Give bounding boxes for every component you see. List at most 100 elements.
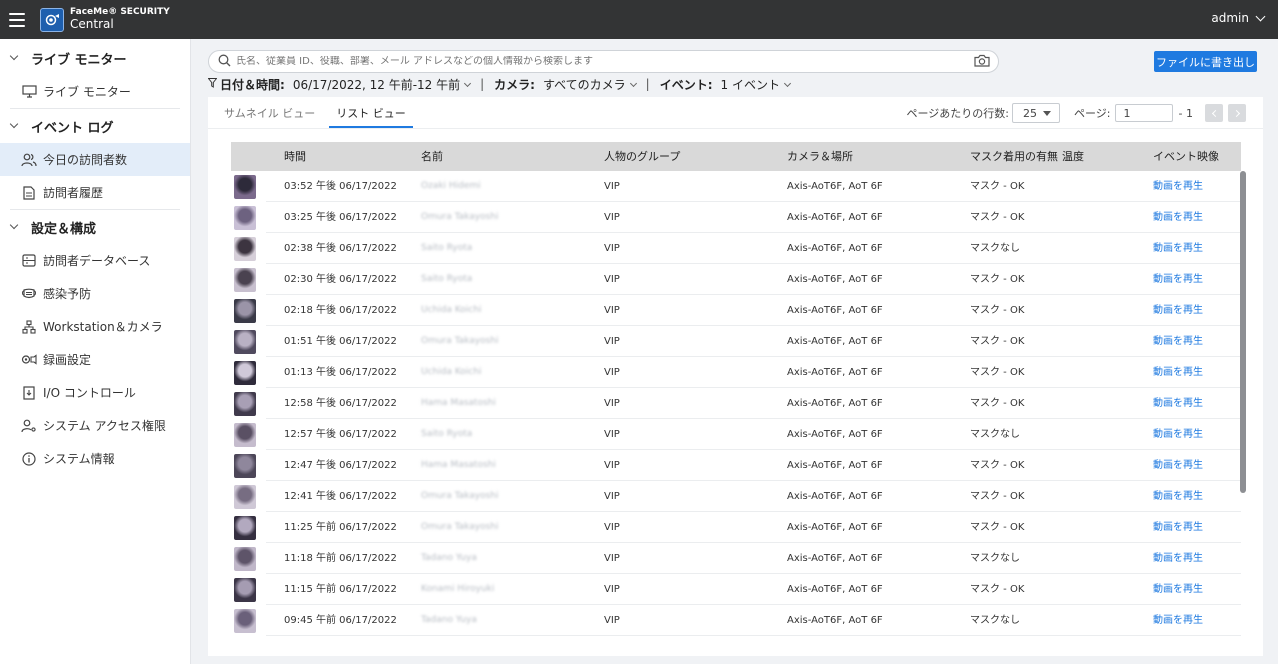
event-filter-dropdown[interactable]: 1 イベント: [721, 76, 792, 93]
prev-page-button[interactable]: [1205, 104, 1223, 122]
page-input[interactable]: 1: [1114, 104, 1173, 122]
sidebar-item-visitor-database[interactable]: 訪問者データベース: [0, 244, 190, 277]
scrollbar[interactable]: [1240, 171, 1246, 493]
play-video-link[interactable]: 動画を再生: [1153, 357, 1203, 388]
camera-filter-dropdown[interactable]: すべてのカメラ: [543, 76, 637, 93]
cell-mask: マスクなし: [970, 243, 1020, 254]
table-row[interactable]: 02:30 午後 06/17/2022 Saito Ryota VIP Axis-Ao…: [231, 264, 1241, 295]
face-thumbnail[interactable]: [234, 609, 256, 633]
cell-camera: Axis-AoT6F, AoT 6F: [787, 522, 883, 533]
cell-mask: マスク - OK: [970, 460, 1025, 471]
table-row[interactable]: 12:47 午後 06/17/2022 Hama Masatoshi VIP Axis…: [231, 450, 1241, 481]
sidebar-item-visitor-history[interactable]: 訪問者履歴: [0, 176, 190, 209]
table-row[interactable]: 01:13 午後 06/17/2022 Uchida Koichi VIP Axis-…: [231, 357, 1241, 388]
separator: |: [645, 77, 650, 91]
section-label: 設定＆構成: [31, 221, 97, 237]
sidebar-item-infection-prevention[interactable]: 感染予防: [0, 277, 190, 310]
face-thumbnail[interactable]: [234, 268, 256, 292]
play-video-link[interactable]: 動画を再生: [1153, 202, 1203, 233]
face-thumbnail[interactable]: [234, 330, 256, 354]
play-video-link[interactable]: 動画を再生: [1153, 326, 1203, 357]
cell-group: VIP: [604, 553, 620, 564]
face-thumbnail[interactable]: [234, 237, 256, 261]
sidebar-item-system-access[interactable]: システム アクセス権限: [0, 409, 190, 442]
cell-camera: Axis-AoT6F, AoT 6F: [787, 305, 883, 316]
sidebar-item-live-monitor[interactable]: ライブ モニター: [0, 75, 190, 108]
table-row[interactable]: 11:18 午前 06/17/2022 Tadano Yuya VIP Axis-Ao…: [231, 543, 1241, 574]
sidebar-item-todays-visitors[interactable]: 今日の訪問者数: [0, 143, 190, 176]
face-thumbnail[interactable]: [234, 547, 256, 571]
face-thumbnail[interactable]: [234, 454, 256, 478]
table-row[interactable]: 02:18 午後 06/17/2022 Uchida Koichi VIP Axis-…: [231, 295, 1241, 326]
table-row[interactable]: 01:51 午後 06/17/2022 Omura Takayoshi VIP Axi…: [231, 326, 1241, 357]
cell-mask: マスク - OK: [970, 336, 1025, 347]
hamburger-menu-icon[interactable]: [9, 12, 25, 27]
document-icon: [21, 185, 37, 201]
table-row[interactable]: 02:38 午後 06/17/2022 Saito Ryota VIP Axis-Ao…: [231, 233, 1241, 264]
play-video-link[interactable]: 動画を再生: [1153, 543, 1203, 574]
next-page-button[interactable]: [1228, 104, 1246, 122]
face-thumbnail[interactable]: [234, 299, 256, 323]
face-thumbnail[interactable]: [234, 423, 256, 447]
user-name: admin: [1211, 11, 1249, 25]
face-thumbnail[interactable]: [234, 578, 256, 602]
face-thumbnail[interactable]: [234, 206, 256, 230]
play-video-link[interactable]: 動画を再生: [1153, 574, 1203, 605]
table-row[interactable]: 03:52 午後 06/17/2022 Ozaki Hidemi VIP Axis-A…: [231, 171, 1241, 202]
play-video-link[interactable]: 動画を再生: [1153, 512, 1203, 543]
export-button[interactable]: ファイルに書き出し: [1154, 51, 1257, 72]
date-filter-dropdown[interactable]: 06/17/2022, 12 午前-12 午前: [293, 76, 472, 93]
table-row[interactable]: 12:58 午後 06/17/2022 Hama Masatoshi VIP Axis…: [231, 388, 1241, 419]
header-name[interactable]: 名前: [421, 142, 443, 171]
sidebar-section-event-log[interactable]: イベント ログ: [0, 109, 190, 143]
sidebar-section-settings[interactable]: 設定＆構成: [0, 210, 190, 244]
cell-time: 11:25 午前 06/17/2022: [284, 522, 397, 533]
play-video-link[interactable]: 動画を再生: [1153, 171, 1203, 202]
sidebar-item-io-control[interactable]: I/O コントロール: [0, 376, 190, 409]
header-event-video: イベント映像: [1153, 150, 1219, 163]
row-divider: [266, 635, 1241, 636]
cell-group: VIP: [604, 274, 620, 285]
face-thumbnail[interactable]: [234, 392, 256, 416]
tab-list-view[interactable]: リスト ビュー: [329, 97, 413, 128]
table-row[interactable]: 12:57 午後 06/17/2022 Saito Ryota VIP Axis-Ao…: [231, 419, 1241, 450]
sidebar-item-workstation-camera[interactable]: Workstation＆カメラ: [0, 310, 190, 343]
rows-per-page-select[interactable]: 25: [1012, 103, 1061, 123]
table-row[interactable]: 11:25 午前 06/17/2022 Omura Takayoshi VIP Axi…: [231, 512, 1241, 543]
face-thumbnail[interactable]: [234, 485, 256, 509]
header-group[interactable]: 人物のグループ: [604, 142, 680, 171]
header-mask[interactable]: マスク着用の有無: [970, 142, 1058, 171]
face-thumbnail[interactable]: [234, 516, 256, 540]
play-video-link[interactable]: 動画を再生: [1153, 264, 1203, 295]
header-time[interactable]: 時間: [284, 142, 306, 171]
sidebar-section-live-monitor[interactable]: ライブ モニター: [0, 41, 190, 75]
header-temperature[interactable]: 温度: [1062, 142, 1084, 171]
cell-mask: マスクなし: [970, 553, 1020, 564]
user-menu[interactable]: admin: [1211, 11, 1266, 25]
play-video-link[interactable]: 動画を再生: [1153, 233, 1203, 264]
tab-thumbnail-view[interactable]: サムネイル ビュー: [220, 97, 319, 128]
play-video-link[interactable]: 動画を再生: [1153, 419, 1203, 450]
play-video-link[interactable]: 動画を再生: [1153, 605, 1203, 636]
sidebar-item-recording-settings[interactable]: 録画設定: [0, 343, 190, 376]
search-input[interactable]: [236, 56, 974, 67]
info-icon: [21, 451, 37, 467]
table-row[interactable]: 11:15 午前 06/17/2022 Konami Hiroyuki VIP Axi…: [231, 574, 1241, 605]
play-video-link[interactable]: 動画を再生: [1153, 450, 1203, 481]
table-row[interactable]: 09:45 午前 06/17/2022 Tadano Yuya VIP Axis-Ao…: [231, 605, 1241, 636]
play-video-link[interactable]: 動画を再生: [1153, 295, 1203, 326]
header-camera[interactable]: カメラ＆場所: [787, 142, 853, 171]
play-video-link[interactable]: 動画を再生: [1153, 481, 1203, 512]
table-row[interactable]: 03:25 午後 06/17/2022 Omura Takayoshi VIP Axi…: [231, 202, 1241, 233]
brand-line2: Central: [70, 16, 114, 31]
io-icon: [21, 385, 37, 401]
cell-time: 12:47 午後 06/17/2022: [284, 460, 397, 471]
face-thumbnail[interactable]: [234, 175, 256, 199]
cell-name: Konami Hiroyuki: [421, 584, 495, 594]
camera-search-icon[interactable]: [974, 54, 990, 70]
sidebar-item-system-info[interactable]: システム情報: [0, 442, 190, 475]
cell-group: VIP: [604, 429, 620, 440]
play-video-link[interactable]: 動画を再生: [1153, 388, 1203, 419]
face-thumbnail[interactable]: [234, 361, 256, 385]
table-row[interactable]: 12:41 午後 06/17/2022 Omura Takayoshi VIP Axi…: [231, 481, 1241, 512]
